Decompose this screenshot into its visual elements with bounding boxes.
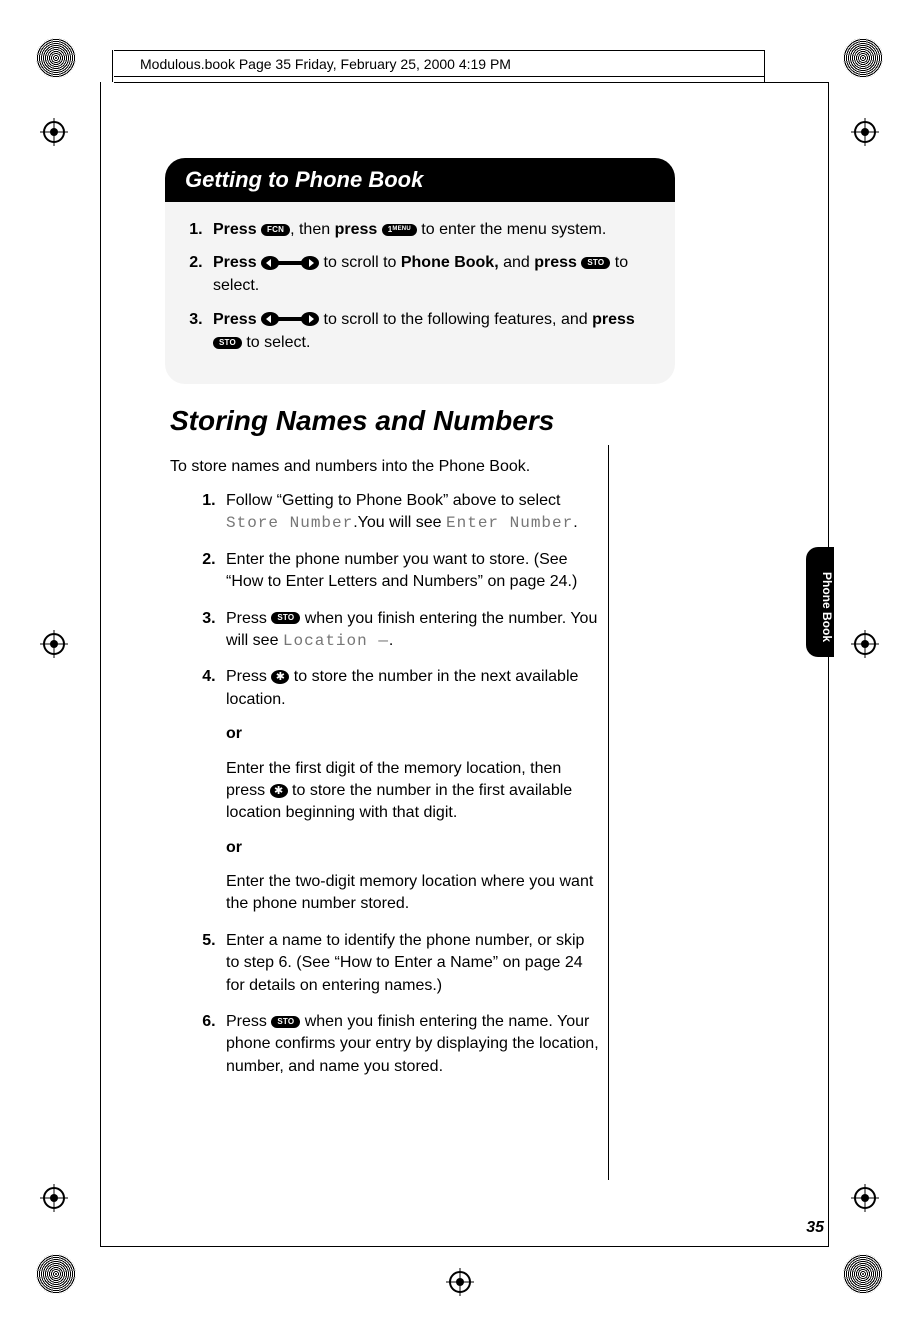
lcd-text: Store Number <box>226 514 353 532</box>
sto-button-icon: STO <box>581 257 610 269</box>
registration-corner-icon <box>843 1254 883 1294</box>
thumb-tab: Phone Book <box>806 547 834 657</box>
section-heading: Storing Names and Numbers <box>170 405 554 437</box>
scroll-button-icon <box>261 256 319 270</box>
header-rule <box>114 76 764 77</box>
star-button-icon: ✱ <box>270 784 288 798</box>
registration-corner-icon <box>36 1254 76 1294</box>
callout-title: Getting to Phone Book <box>165 158 675 202</box>
header-rule <box>114 50 764 51</box>
frame-rule <box>100 82 101 1247</box>
callout-step: Press to scroll to the following feature… <box>207 308 655 354</box>
frame-rule <box>112 50 113 82</box>
registration-target-icon <box>851 630 879 658</box>
sto-button-icon: STO <box>271 612 300 624</box>
page-number: 35 <box>806 1219 824 1237</box>
registration-target-icon <box>40 1184 68 1212</box>
procedure-list: Follow “Getting to Phone Book” above to … <box>200 490 600 1092</box>
sto-button-icon: STO <box>271 1016 300 1028</box>
list-item: Press ✱ to store the number in the next … <box>220 666 600 916</box>
registration-target-icon <box>446 1268 474 1296</box>
callout-step: Press to scroll to Phone Book, and press… <box>207 251 655 297</box>
star-button-icon: ✱ <box>271 670 289 684</box>
callout-step: Press FCN, then press 1MENU to enter the… <box>207 218 655 241</box>
or-label: or <box>226 725 242 742</box>
frame-rule <box>114 82 828 83</box>
registration-target-icon <box>40 118 68 146</box>
registration-target-icon <box>40 630 68 658</box>
frame-rule <box>100 1246 828 1247</box>
list-item: Enter the phone number you want to store… <box>220 549 600 594</box>
column-divider <box>608 445 609 1180</box>
registration-corner-icon <box>36 38 76 78</box>
registration-target-icon <box>851 118 879 146</box>
list-item: Press STO when you finish entering the n… <box>220 1011 600 1078</box>
sto-button-icon: STO <box>213 337 242 349</box>
registration-corner-icon <box>843 38 883 78</box>
fcn-button-icon: FCN <box>261 224 290 236</box>
or-label: or <box>226 839 242 856</box>
section-intro: To store names and numbers into the Phon… <box>170 458 530 476</box>
callout-body: Press FCN, then press 1MENU to enter the… <box>165 202 675 384</box>
registration-target-icon <box>851 1184 879 1212</box>
running-head: Modulous.book Page 35 Friday, February 2… <box>140 56 511 72</box>
menu-button-icon: 1MENU <box>382 224 417 236</box>
scroll-button-icon <box>261 312 319 326</box>
list-item: Follow “Getting to Phone Book” above to … <box>220 490 600 535</box>
frame-rule <box>828 82 829 1247</box>
list-item: Enter a name to identify the phone numbe… <box>220 930 600 997</box>
lcd-text: Location — <box>283 632 389 650</box>
list-item: Press STO when you finish entering the n… <box>220 608 600 653</box>
frame-rule <box>764 50 765 82</box>
lcd-text: Enter Number <box>446 514 573 532</box>
